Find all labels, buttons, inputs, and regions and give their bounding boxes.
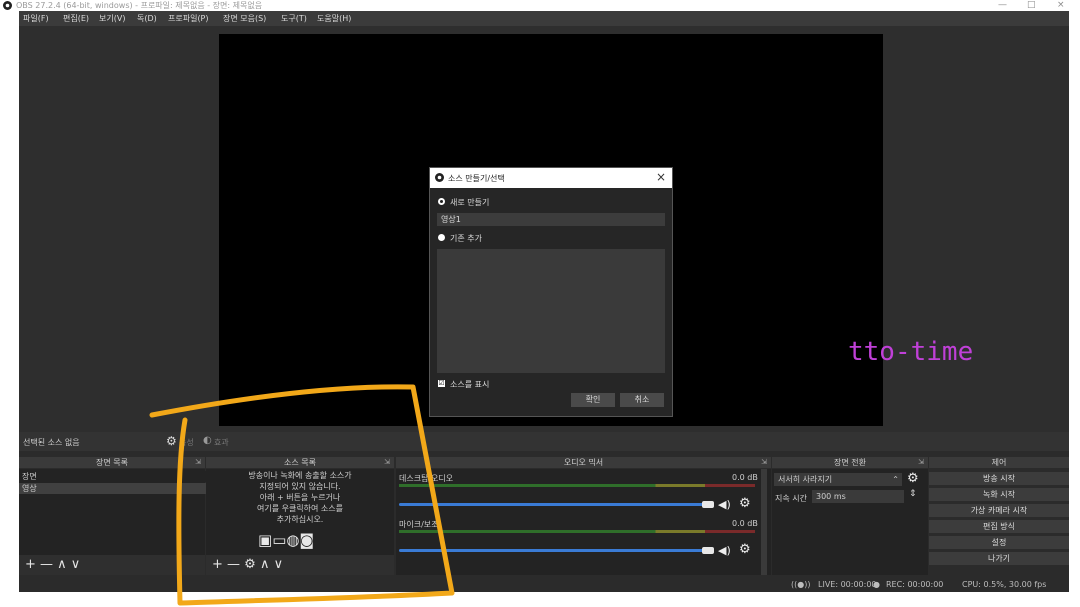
highlight-annotation <box>149 384 455 606</box>
